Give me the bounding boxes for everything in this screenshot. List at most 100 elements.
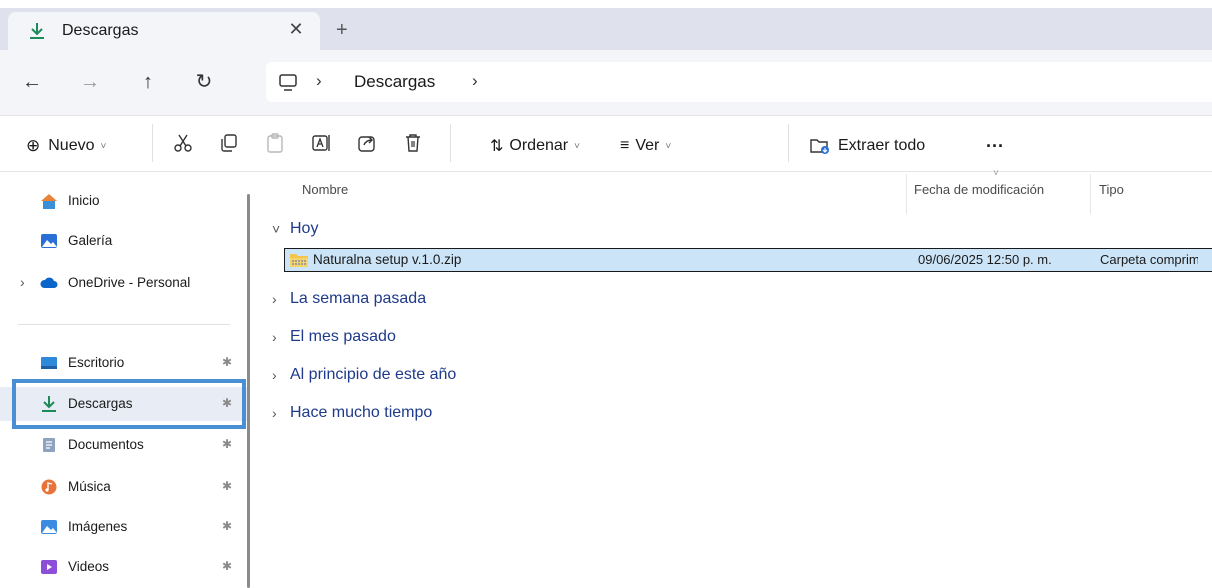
chevron-down-icon: ˅ <box>665 140 672 152</box>
new-button[interactable]: ⊕ Nuevo ˅ <box>26 134 106 158</box>
extract-all-button[interactable]: Extraer todo <box>810 134 925 158</box>
group-header-principio-ano[interactable]: › Al principio de este año <box>272 366 456 384</box>
sidebar-item-onedrive[interactable]: › OneDrive - Personal <box>0 266 248 300</box>
pictures-icon <box>41 520 57 534</box>
sidebar-item-videos[interactable]: Videos ✱ <box>0 550 248 584</box>
sidebar-item-label: Escritorio <box>68 355 125 370</box>
sidebar-item-label: OneDrive - Personal <box>68 275 191 290</box>
expand-chevron-icon[interactable]: › <box>20 274 25 290</box>
group-header-hace-mucho[interactable]: › Hace mucho tiempo <box>272 404 432 422</box>
view-label: Ver <box>635 137 660 154</box>
new-label: Nuevo <box>48 137 95 154</box>
breadcrumb-separator[interactable]: › <box>316 71 322 91</box>
group-label: El mes pasado <box>290 328 396 345</box>
sidebar-item-label: Documentos <box>68 437 144 452</box>
chevron-down-icon: ˅ <box>272 221 281 237</box>
sidebar-item-inicio[interactable]: Inicio <box>0 184 248 218</box>
videos-icon <box>41 560 57 574</box>
command-bar: ⊕ Nuevo ˅ ⇅ Ordenar ˅ ≡ Ver ˅ Extraer to… <box>0 116 1212 172</box>
toolbar-divider <box>788 124 789 162</box>
share-icon[interactable] <box>356 132 378 154</box>
chevron-right-icon: › <box>272 367 277 383</box>
breadcrumb-descargas[interactable]: Descargas <box>354 72 435 92</box>
extract-folder-icon <box>810 139 829 154</box>
extract-all-label: Extraer todo <box>838 137 926 154</box>
group-label: La semana pasada <box>290 290 427 307</box>
breadcrumb-separator[interactable]: › <box>472 71 478 91</box>
column-header-type[interactable]: Tipo <box>1099 182 1124 197</box>
sort-icon: ⇅ <box>490 138 504 155</box>
file-list: Nombre ˅ Fecha de modificación Tipo ˅ Ho… <box>256 168 1212 588</box>
desktop-icon <box>41 357 57 369</box>
sidebar-item-label: Imágenes <box>68 519 128 534</box>
sidebar-item-galeria[interactable]: Galería <box>0 224 248 258</box>
view-icon: ≡ <box>620 137 630 154</box>
address-bar[interactable]: › Descargas › <box>266 62 1212 102</box>
pin-icon: ✱ <box>222 519 233 533</box>
sidebar-item-label: Galería <box>68 233 113 248</box>
group-label: Al principio de este año <box>290 366 457 383</box>
navigation-pane: Inicio Galería › OneDrive - Personal Esc… <box>0 172 256 588</box>
new-tab-button[interactable]: + <box>336 20 348 40</box>
group-header-hoy[interactable]: ˅ Hoy <box>272 220 318 238</box>
sidebar-divider <box>18 324 230 325</box>
home-icon <box>41 194 57 209</box>
tab-title: Descargas <box>62 22 139 39</box>
refresh-button[interactable]: ↻ <box>192 70 216 94</box>
music-icon <box>41 479 57 495</box>
toolbar-divider <box>152 124 153 162</box>
back-button[interactable]: ← <box>20 70 44 94</box>
chevron-down-icon: ˅ <box>100 140 107 152</box>
sidebar-item-musica[interactable]: Música ✱ <box>0 470 248 504</box>
file-modified-date: 09/06/2025 12:50 p. m. <box>918 252 1052 267</box>
forward-button[interactable]: → <box>78 70 102 94</box>
view-button[interactable]: ≡ Ver ˅ <box>620 134 671 158</box>
sort-indicator-icon: ˅ <box>993 168 999 179</box>
up-button[interactable]: ↑ <box>136 70 160 94</box>
gallery-icon <box>41 234 57 248</box>
delete-icon[interactable] <box>402 132 424 154</box>
rename-icon[interactable] <box>310 132 332 154</box>
copy-icon[interactable] <box>218 132 240 154</box>
file-name: Naturalna setup v.1.0.zip <box>313 252 462 267</box>
sidebar-item-imagenes[interactable]: Imágenes ✱ <box>0 510 248 544</box>
tab-bar: Descargas ✕ + <box>0 8 1212 50</box>
selection-highlight-box <box>12 379 246 429</box>
more-options-button[interactable]: ··· <box>986 134 1004 158</box>
plus-circle-icon: ⊕ <box>26 136 41 155</box>
cut-icon[interactable] <box>172 132 194 154</box>
window-top-edge <box>0 0 1212 8</box>
group-label: Hoy <box>290 220 319 237</box>
group-header-mes-pasado[interactable]: › El mes pasado <box>272 328 396 346</box>
zip-folder-icon <box>290 254 308 267</box>
column-divider[interactable] <box>1090 174 1091 214</box>
chevron-down-icon: ˅ <box>574 140 580 152</box>
group-header-semana-pasada[interactable]: › La semana pasada <box>272 290 426 308</box>
pin-icon: ✱ <box>222 559 233 573</box>
download-icon <box>30 23 44 39</box>
sidebar-item-label: Música <box>68 479 111 494</box>
chevron-right-icon: › <box>272 405 277 421</box>
navigation-bar: ← → ↑ ↻ › Descargas › <box>0 50 1212 116</box>
tab-descargas[interactable]: Descargas ✕ <box>8 12 320 50</box>
sidebar-item-documentos[interactable]: Documentos ✱ <box>0 428 248 462</box>
group-label: Hace mucho tiempo <box>290 404 433 421</box>
sidebar-item-label: Videos <box>68 559 110 574</box>
sort-button[interactable]: ⇅ Ordenar ˅ <box>490 134 580 158</box>
pin-icon: ✱ <box>222 437 233 451</box>
sidebar-item-label: Inicio <box>68 193 100 208</box>
file-row[interactable]: Naturalna setup v.1.0.zip 09/06/2025 12:… <box>284 248 1212 272</box>
sort-label: Ordenar <box>509 137 569 154</box>
column-header-name[interactable]: Nombre <box>302 182 348 197</box>
sidebar-scrollbar[interactable] <box>247 194 250 588</box>
sidebar-item-escritorio[interactable]: Escritorio ✱ <box>0 346 248 380</box>
close-tab-icon[interactable]: ✕ <box>285 19 307 40</box>
cloud-icon <box>40 277 58 288</box>
chevron-right-icon: › <box>272 291 277 307</box>
column-divider[interactable] <box>906 174 907 214</box>
pin-icon: ✱ <box>222 355 233 369</box>
toolbar-divider <box>450 124 451 162</box>
column-header-modified[interactable]: Fecha de modificación <box>914 182 1044 197</box>
file-type: Carpeta comprimida <box>1100 252 1198 267</box>
paste-icon[interactable] <box>264 132 286 154</box>
